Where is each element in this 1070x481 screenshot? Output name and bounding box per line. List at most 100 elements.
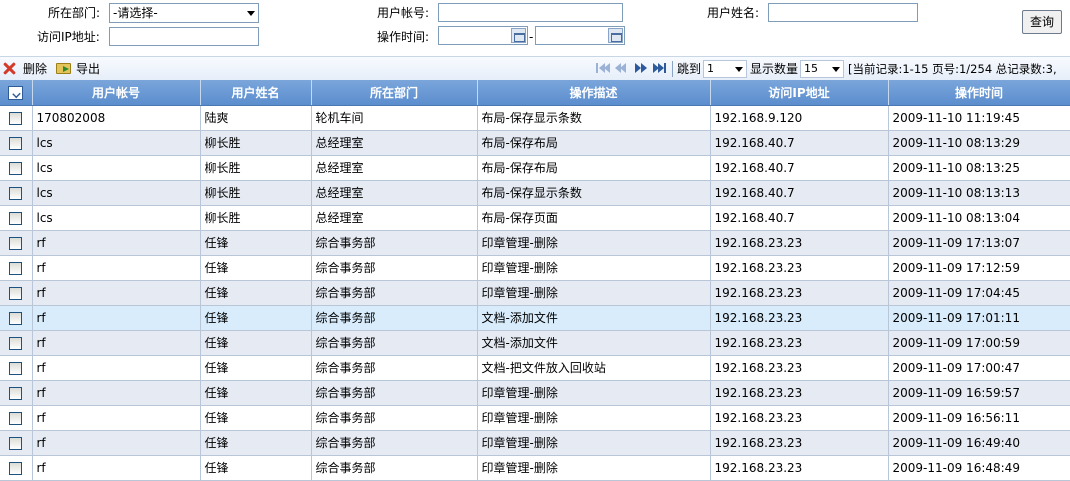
table-row[interactable]: rf 任锋 综合事务部 印章管理-删除 192.168.23.23 2009-11-09 … [0, 255, 1070, 281]
jump-label: 跳到 [677, 62, 702, 76]
username-input[interactable] [768, 3, 918, 22]
time-end-input[interactable] [535, 26, 625, 45]
calendar-icon[interactable] [608, 28, 623, 43]
cell-description: 印章管理-删除 [477, 455, 711, 481]
cell-account: rf [32, 280, 201, 306]
cell-department: 总经理室 [311, 155, 478, 181]
cell-ip: 192.168.40.7 [710, 130, 889, 156]
first-page-icon[interactable] [596, 62, 610, 74]
column-header-time[interactable]: 操作时间 [888, 80, 1070, 106]
table-row[interactable]: lcs 柳长胜 总经理室 布局-保存显示条数 192.168.40.7 2009-11-1… [0, 180, 1070, 206]
cell-ip: 192.168.40.7 [710, 180, 889, 206]
chevron-down-icon [247, 11, 255, 16]
row-select-cell [0, 105, 33, 131]
row-checkbox[interactable] [9, 386, 23, 400]
table-row[interactable]: rf 任锋 综合事务部 印章管理-删除 192.168.23.23 2009-11-09 … [0, 230, 1070, 256]
table-row[interactable]: rf 任锋 综合事务部 印章管理-删除 192.168.23.23 2009-11-09 … [0, 280, 1070, 306]
table-row[interactable]: 170802008 陆爽 轮机车间 布局-保存显示条数 192.168.9.120 200… [0, 105, 1070, 131]
cell-account: rf [32, 355, 201, 381]
cell-department: 综合事务部 [311, 255, 478, 281]
time-start-input[interactable] [438, 26, 528, 45]
username-label: 用户姓名: [707, 6, 760, 20]
table-row[interactable]: rf 任锋 综合事务部 印章管理-删除 192.168.23.23 2009-11-09 … [0, 380, 1070, 406]
search-form: 所在部门: -请选择- 用户帐号: 用户姓名: 访问IP地址: 操作时间: - … [0, 0, 1070, 54]
table-row[interactable]: rf 任锋 综合事务部 印章管理-删除 192.168.23.23 2009-11-09 … [0, 405, 1070, 431]
cell-department: 综合事务部 [311, 305, 478, 331]
cell-department: 轮机车间 [311, 105, 478, 131]
row-checkbox[interactable] [9, 286, 23, 300]
column-header-department[interactable]: 所在部门 [311, 80, 478, 106]
prev-page-icon[interactable] [614, 62, 628, 74]
cell-account: rf [32, 330, 201, 356]
row-select-cell [0, 355, 33, 381]
row-checkbox[interactable] [9, 336, 23, 350]
account-input[interactable] [438, 3, 623, 22]
table-row[interactable]: rf 任锋 综合事务部 印章管理-删除 192.168.23.23 2009-11-09 … [0, 430, 1070, 456]
record-info: [当前记录:1-15 页号:1/254 总记录数:3, [848, 62, 1057, 76]
row-checkbox[interactable] [9, 136, 23, 150]
table-row[interactable]: rf 任锋 综合事务部 文档-添加文件 192.168.23.23 2009-11-09 … [0, 305, 1070, 331]
column-header-description[interactable]: 操作描述 [477, 80, 711, 106]
cell-description: 布局-保存显示条数 [477, 180, 711, 206]
cell-department: 综合事务部 [311, 455, 478, 481]
row-select-cell [0, 380, 33, 406]
last-page-icon[interactable] [653, 62, 667, 74]
table-row[interactable]: rf 任锋 综合事务部 文档-添加文件 192.168.23.23 2009-11-09 … [0, 330, 1070, 356]
calendar-icon[interactable] [511, 28, 526, 43]
table-row[interactable]: rf 任锋 综合事务部 印章管理-删除 192.168.23.23 2009-11-09 … [0, 455, 1070, 481]
cell-username: 任锋 [200, 380, 312, 406]
cell-ip: 192.168.23.23 [710, 305, 889, 331]
row-select-cell [0, 180, 33, 206]
cell-description: 印章管理-删除 [477, 405, 711, 431]
table-row[interactable]: lcs 柳长胜 总经理室 布局-保存页面 192.168.40.7 2009-11-10 … [0, 205, 1070, 231]
cell-description: 布局-保存布局 [477, 130, 711, 156]
cell-ip: 192.168.23.23 [710, 330, 889, 356]
select-all-header[interactable] [0, 80, 33, 106]
column-header-account[interactable]: 用户帐号 [32, 80, 201, 106]
ip-input[interactable] [109, 27, 259, 46]
column-header-username[interactable]: 用户姓名 [200, 80, 312, 106]
delete-x-icon [3, 62, 16, 75]
time-separator: - [529, 30, 534, 44]
row-checkbox[interactable] [9, 411, 23, 425]
table-row[interactable]: lcs 柳长胜 总经理室 布局-保存布局 192.168.40.7 2009-11-10 … [0, 130, 1070, 156]
row-checkbox[interactable] [9, 436, 23, 450]
row-select-cell [0, 305, 33, 331]
dept-select[interactable]: -请选择- [109, 3, 259, 23]
row-checkbox[interactable] [9, 111, 23, 125]
pagesize-select[interactable]: 15 [800, 60, 844, 78]
next-page-icon[interactable] [635, 62, 649, 74]
dept-select-value: -请选择- [113, 6, 158, 20]
row-checkbox[interactable] [9, 161, 23, 175]
ip-label: 访问IP地址: [37, 30, 100, 44]
table-row[interactable]: lcs 柳长胜 总经理室 布局-保存布局 192.168.40.7 2009-11-10 … [0, 155, 1070, 181]
cell-account: rf [32, 255, 201, 281]
export-button[interactable]: 导出 [52, 60, 104, 78]
cell-username: 任锋 [200, 355, 312, 381]
cell-ip: 192.168.23.23 [710, 455, 889, 481]
row-checkbox[interactable] [9, 361, 23, 375]
cell-time: 2009-11-09 16:48:49 [888, 455, 1070, 481]
cell-time: 2009-11-10 08:13:04 [888, 205, 1070, 231]
jump-page-select[interactable]: 1 [703, 60, 747, 78]
delete-button[interactable]: 删除 [0, 60, 52, 78]
row-checkbox[interactable] [9, 186, 23, 200]
cell-username: 陆爽 [200, 105, 312, 131]
cell-account: lcs [32, 180, 201, 206]
cell-ip: 192.168.23.23 [710, 380, 889, 406]
cell-ip: 192.168.23.23 [710, 230, 889, 256]
cell-department: 综合事务部 [311, 405, 478, 431]
query-button[interactable]: 查询 [1022, 10, 1062, 34]
row-checkbox[interactable] [9, 311, 23, 325]
row-checkbox[interactable] [9, 211, 23, 225]
select-all-icon[interactable] [8, 85, 24, 100]
row-checkbox[interactable] [9, 461, 23, 475]
table-row[interactable]: rf 任锋 综合事务部 文档-把文件放入回收站 192.168.23.23 2009-11… [0, 355, 1070, 381]
cell-username: 柳长胜 [200, 205, 312, 231]
cell-description: 文档-添加文件 [477, 305, 711, 331]
column-header-ip[interactable]: 访问IP地址 [710, 80, 889, 106]
table-header-row: 用户帐号 用户姓名 所在部门 操作描述 访问IP地址 操作时间 [0, 80, 1070, 106]
time-label: 操作时间: [377, 30, 430, 44]
row-checkbox[interactable] [9, 236, 23, 250]
row-checkbox[interactable] [9, 261, 23, 275]
